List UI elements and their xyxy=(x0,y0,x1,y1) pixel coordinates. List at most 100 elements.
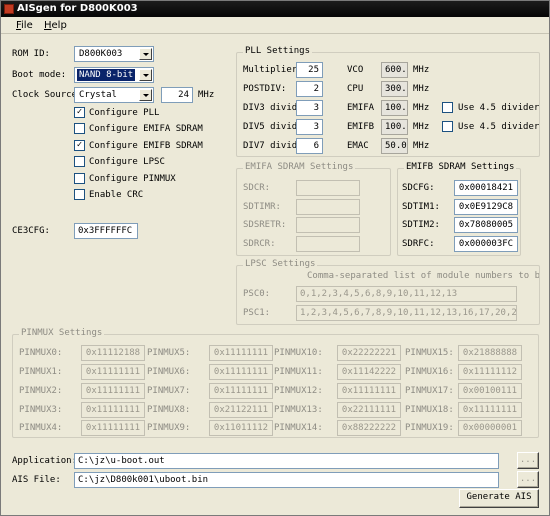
pinmux19-input[interactable]: 0x00000001 xyxy=(458,420,522,436)
vco-label: VCO xyxy=(347,65,364,75)
sdcfg-input[interactable]: 0x00018421 xyxy=(454,180,518,196)
configure-emifb-checkbox[interactable]: ✓ xyxy=(74,140,85,151)
sdrcr-input[interactable] xyxy=(296,236,360,252)
psc1-input[interactable]: 1,2,3,4,5,6,7,8,9,10,11,12,13,16,17,20,2… xyxy=(296,305,517,321)
pinmux2-label: PINMUX2: xyxy=(19,386,63,396)
pinmux8-label: PINMUX8: xyxy=(147,405,191,415)
div3-input[interactable]: 3 xyxy=(296,100,323,116)
postdiv-input[interactable]: 2 xyxy=(296,81,323,97)
pinmux15-label: PINMUX15: xyxy=(405,348,454,358)
div5-input[interactable]: 3 xyxy=(296,119,323,135)
pinmux18-input[interactable]: 0x11111111 xyxy=(458,402,522,418)
enable-crc-checkbox[interactable] xyxy=(74,189,85,200)
pinmux16-input[interactable]: 0x11111112 xyxy=(458,364,522,380)
emifa-unit: MHz xyxy=(413,103,430,113)
pinmux17-input[interactable]: 0x00100111 xyxy=(458,383,522,399)
pinmux5-input[interactable]: 0x11111111 xyxy=(209,345,273,361)
pinmux16-label: PINMUX16: xyxy=(405,367,454,377)
vco-value: 600.0 xyxy=(381,62,408,78)
ce3cfg-input[interactable]: 0x3FFFFFFC xyxy=(74,223,138,239)
pinmux3-input[interactable]: 0x11111111 xyxy=(81,402,145,418)
sdsretr-label: SDSRETR: xyxy=(243,220,287,230)
configure-emifa-label: Configure EMIFA SDRAM xyxy=(89,124,203,134)
psc1-label: PSC1: xyxy=(243,308,271,318)
pinmux14-input[interactable]: 0x88222222 xyxy=(337,420,401,436)
pinmux1-label: PINMUX1: xyxy=(19,367,63,377)
rom-id-select[interactable]: D800K003 xyxy=(74,46,154,62)
pinmux17-label: PINMUX17: xyxy=(405,386,454,396)
lpsc-settings-title: LPSC Settings xyxy=(243,259,318,269)
pinmux0-input[interactable]: 0x11112188 xyxy=(81,345,145,361)
ais-file-browse-button[interactable]: ... xyxy=(517,471,539,488)
pinmux7-label: PINMUX7: xyxy=(147,386,191,396)
chevron-down-icon[interactable] xyxy=(139,69,152,81)
sdcr-input[interactable] xyxy=(296,180,360,196)
configure-pll-checkbox[interactable]: ✓ xyxy=(74,107,85,118)
rom-id-label: ROM ID: xyxy=(12,49,50,59)
emifa-use45-label: Use 4.5 divider xyxy=(458,103,540,113)
pinmux9-input[interactable]: 0x11011112 xyxy=(209,420,273,436)
configure-pll-label: Configure PLL xyxy=(89,108,160,118)
sdtim2-input[interactable]: 0x78080005 xyxy=(454,217,518,233)
pinmux12-input[interactable]: 0x11111111 xyxy=(337,383,401,399)
configure-lpsc-checkbox[interactable] xyxy=(74,156,85,167)
pinmux2-input[interactable]: 0x11111111 xyxy=(81,383,145,399)
emifb-use45-label: Use 4.5 divider xyxy=(458,122,540,132)
sdtim1-input[interactable]: 0x0E9129C8 xyxy=(454,199,518,215)
application-browse-button[interactable]: ... xyxy=(517,452,539,469)
pinmux18-label: PINMUX18: xyxy=(405,405,454,415)
emifb-sdram-title: EMIFB SDRAM Settings xyxy=(404,162,517,172)
pinmux6-input[interactable]: 0x11111111 xyxy=(209,364,273,380)
emifa-use45-checkbox[interactable] xyxy=(442,102,453,113)
configure-emifa-checkbox[interactable] xyxy=(74,123,85,134)
pinmux8-input[interactable]: 0x21122111 xyxy=(209,402,273,418)
sdtim2-label: SDTIM2: xyxy=(402,220,440,230)
div7-input[interactable]: 6 xyxy=(296,138,323,154)
application-label: Application: xyxy=(12,456,78,466)
pinmux10-input[interactable]: 0x22222221 xyxy=(337,345,401,361)
emifa-label: EMIFA xyxy=(347,103,375,113)
sdcr-label: SDCR: xyxy=(243,183,271,193)
pinmux19-label: PINMUX19: xyxy=(405,423,454,433)
cpu-value: 300.0 xyxy=(381,81,408,97)
pinmux7-input[interactable]: 0x11111111 xyxy=(209,383,273,399)
boot-mode-select[interactable]: NAND 8-bit xyxy=(74,67,154,83)
enable-crc-label: Enable CRC xyxy=(89,190,144,200)
pinmux4-input[interactable]: 0x11111111 xyxy=(81,420,145,436)
ce3cfg-label: CE3CFG: xyxy=(12,226,50,236)
generate-ais-button[interactable]: Generate AIS xyxy=(459,489,539,508)
pinmux0-label: PINMUX0: xyxy=(19,348,63,358)
psc0-label: PSC0: xyxy=(243,289,271,299)
pinmux9-label: PINMUX9: xyxy=(147,423,191,433)
pinmux13-input[interactable]: 0x22111111 xyxy=(337,402,401,418)
pinmux5-label: PINMUX5: xyxy=(147,348,191,358)
multiplier-input[interactable]: 25 xyxy=(296,62,323,78)
sdrfc-label: SDRFC: xyxy=(402,239,435,249)
sdsretr-input[interactable] xyxy=(296,217,360,233)
menu-file[interactable]: File xyxy=(16,20,33,31)
menu-help[interactable]: Help xyxy=(44,20,67,31)
emifb-use45-checkbox[interactable] xyxy=(442,121,453,132)
chevron-down-icon[interactable] xyxy=(139,89,152,101)
configure-pinmux-checkbox[interactable] xyxy=(74,173,85,184)
clock-source-select[interactable]: Crystal xyxy=(74,87,154,103)
pinmux6-label: PINMUX6: xyxy=(147,367,191,377)
emifa-value: 100.0 xyxy=(381,100,408,116)
pinmux11-input[interactable]: 0x11142222 xyxy=(337,364,401,380)
boot-mode-label: Boot mode: xyxy=(12,70,67,80)
sdtimr-input[interactable] xyxy=(296,199,360,215)
pinmux13-label: PINMUX13: xyxy=(274,405,323,415)
postdiv-label: POSTDIV: xyxy=(243,84,287,94)
sdtimr-label: SDTIMR: xyxy=(243,202,281,212)
chevron-down-icon[interactable] xyxy=(139,48,152,60)
vco-unit: MHz xyxy=(413,65,430,75)
title-bar: AISgen for D800K003 xyxy=(1,1,549,17)
clock-freq-input[interactable]: 24 xyxy=(161,87,193,103)
pinmux15-input[interactable]: 0x21888888 xyxy=(458,345,522,361)
ais-file-path-input[interactable]: C:\jz\D800k001\uboot.bin xyxy=(74,472,499,488)
pinmux1-input[interactable]: 0x11111111 xyxy=(81,364,145,380)
psc0-input[interactable]: 0,1,2,3,4,5,6,8,9,10,11,12,13 xyxy=(296,286,517,302)
sdrfc-input[interactable]: 0x000003FC xyxy=(454,236,518,252)
application-path-input[interactable]: C:\jz\u-boot.out xyxy=(74,453,499,469)
sdrcr-label: SDRCR: xyxy=(243,239,276,249)
